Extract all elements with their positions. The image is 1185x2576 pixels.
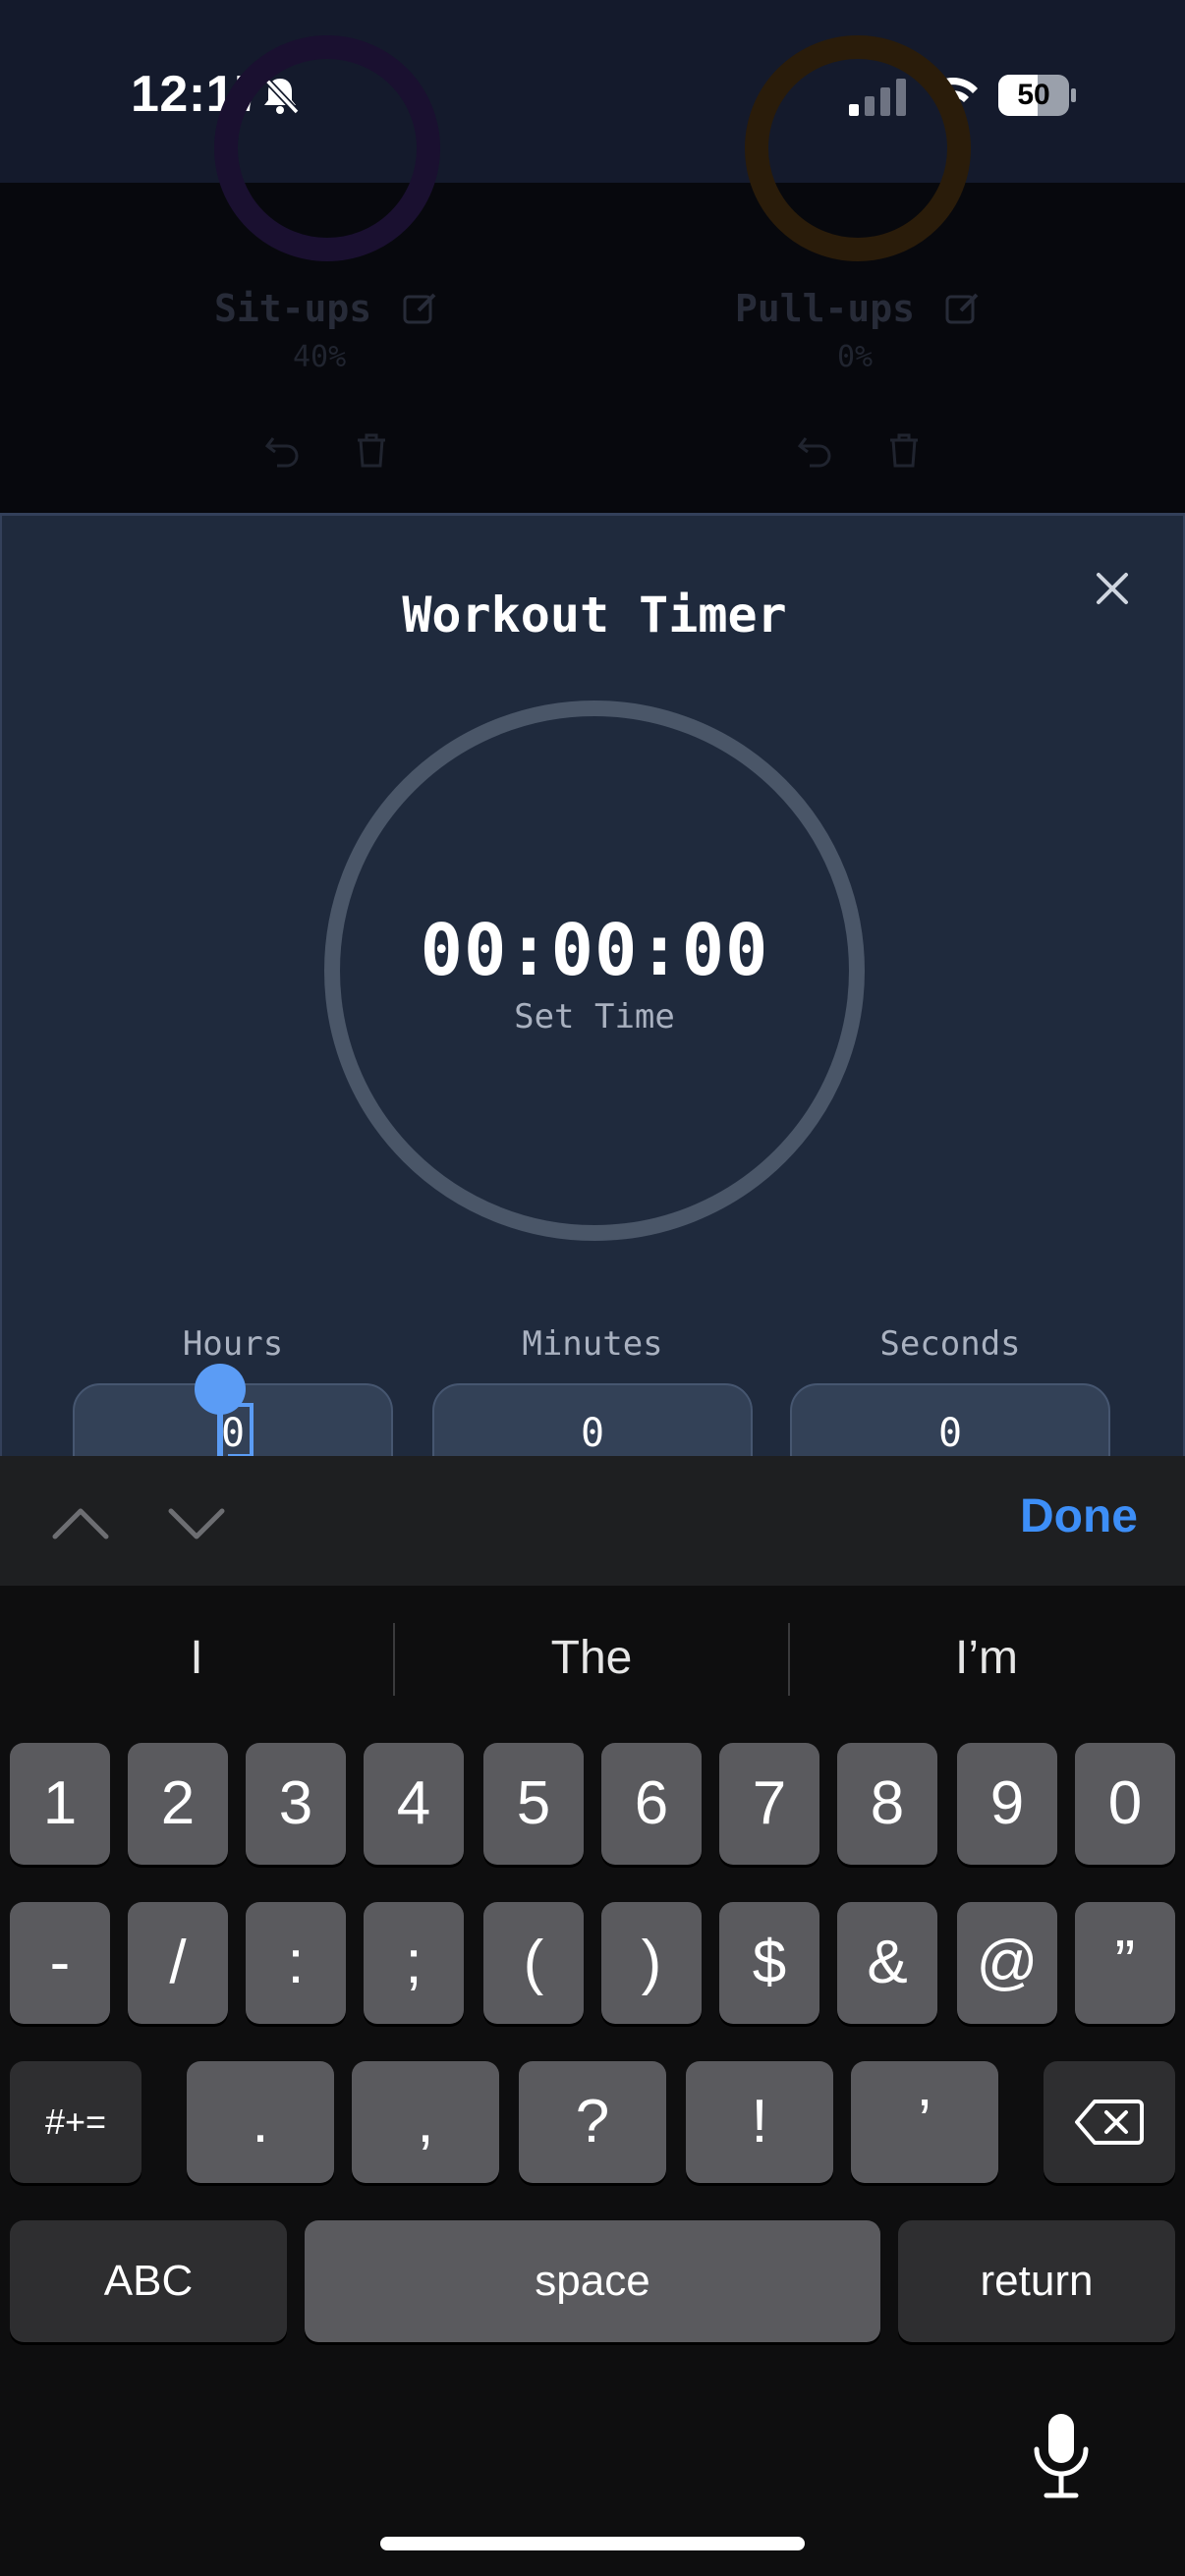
- key-at[interactable]: @: [957, 1902, 1057, 2024]
- modal-title: Workout Timer: [402, 587, 787, 644]
- key-close-paren[interactable]: ): [601, 1902, 702, 2024]
- text-cursor: [217, 1395, 223, 1458]
- key-quote[interactable]: ”: [1075, 1902, 1175, 2024]
- timer-display: 00:00:00: [420, 909, 769, 991]
- edit-icon: [403, 293, 436, 324]
- delete-key[interactable]: [1044, 2061, 1175, 2183]
- pullups-percent: 0%: [837, 340, 874, 374]
- key-8[interactable]: 8: [837, 1743, 937, 1865]
- key-1[interactable]: 1: [10, 1743, 110, 1865]
- key-9[interactable]: 9: [957, 1743, 1057, 1865]
- minutes-value: 0: [580, 1411, 605, 1456]
- status-bar: 12:17 50: [0, 0, 1185, 183]
- key-open-paren[interactable]: (: [483, 1902, 584, 2024]
- suggestion-3[interactable]: I’m: [790, 1631, 1183, 1685]
- microphone-icon[interactable]: [1027, 2412, 1096, 2500]
- seconds-value: 0: [937, 1411, 963, 1456]
- key-4[interactable]: 4: [364, 1743, 464, 1865]
- backspace-icon: [1075, 2100, 1144, 2145]
- key-dollar[interactable]: $: [719, 1902, 819, 2024]
- key-0[interactable]: 0: [1075, 1743, 1175, 1865]
- abc-key[interactable]: ABC: [10, 2220, 287, 2342]
- suggestion-1[interactable]: I: [0, 1631, 393, 1685]
- trash-icon: [358, 433, 385, 468]
- key-5[interactable]: 5: [483, 1743, 584, 1865]
- battery-level: 50: [1017, 79, 1050, 111]
- background-goals: Sit-ups 40% Pull-ups 0%: [0, 35, 1185, 513]
- pullups-label: Pull-ups: [735, 287, 916, 330]
- situps-label: Sit-ups: [214, 287, 372, 330]
- key-question[interactable]: ?: [519, 2061, 666, 2183]
- key-3[interactable]: 3: [246, 1743, 346, 1865]
- key-ampersand[interactable]: &: [837, 1902, 937, 2024]
- key-2[interactable]: 2: [128, 1743, 228, 1865]
- chevron-down-icon[interactable]: [167, 1493, 226, 1552]
- edit-icon: [945, 293, 979, 324]
- home-indicator[interactable]: [380, 2537, 805, 2550]
- undo-icon: [264, 437, 299, 468]
- minutes-label: Minutes: [522, 1324, 663, 1364]
- close-icon[interactable]: [1093, 569, 1132, 608]
- key-exclamation[interactable]: !: [686, 2061, 833, 2183]
- key-7[interactable]: 7: [719, 1743, 819, 1865]
- key-semicolon[interactable]: ;: [364, 1902, 464, 2024]
- trash-icon: [890, 433, 918, 468]
- hours-label: Hours: [182, 1324, 284, 1364]
- seconds-label: Seconds: [879, 1324, 1021, 1364]
- text-selection: [228, 1403, 254, 1458]
- key-more-symbols[interactable]: #+=: [10, 2061, 141, 2183]
- done-button[interactable]: Done: [1020, 1489, 1138, 1543]
- key-colon[interactable]: :: [246, 1902, 346, 2024]
- undo-icon: [797, 437, 831, 468]
- situps-progress-ring: [214, 35, 440, 261]
- key-hyphen[interactable]: -: [10, 1902, 110, 2024]
- key-slash[interactable]: /: [128, 1902, 228, 2024]
- key-comma[interactable]: ,: [352, 2061, 499, 2183]
- return-key[interactable]: return: [898, 2220, 1175, 2342]
- space-key[interactable]: space: [305, 2220, 880, 2342]
- suggestion-2[interactable]: The: [395, 1631, 788, 1685]
- key-apostrophe[interactable]: ’: [851, 2061, 998, 2183]
- pullups-progress-ring: [745, 35, 971, 261]
- timer-subtitle: Set Time: [514, 997, 675, 1036]
- chevron-up-icon[interactable]: [51, 1493, 110, 1552]
- situps-percent: 40%: [293, 340, 347, 374]
- key-6[interactable]: 6: [601, 1743, 702, 1865]
- key-period[interactable]: .: [187, 2061, 334, 2183]
- workout-timer-modal: Workout Timer 00:00:00 Set Time: [0, 513, 1185, 1456]
